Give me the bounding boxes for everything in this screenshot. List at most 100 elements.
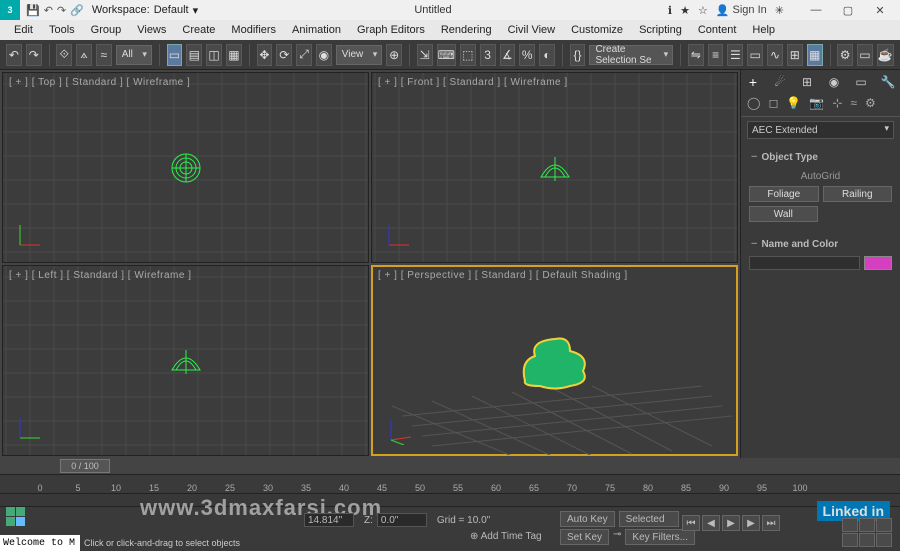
menu-create[interactable]: Create xyxy=(174,22,223,38)
fov-icon[interactable] xyxy=(876,518,892,532)
wall-button[interactable]: Wall xyxy=(749,206,818,222)
color-swatch[interactable] xyxy=(864,256,892,270)
viewport-front[interactable]: [ + ] [ Front ] [ Standard ] [ Wireframe… xyxy=(371,72,738,263)
autokey-button[interactable]: Auto Key xyxy=(560,511,615,527)
redo-button[interactable]: ↷ xyxy=(26,44,42,66)
pivot-button[interactable]: ⊕ xyxy=(386,44,402,66)
menu-content[interactable]: Content xyxy=(690,22,745,38)
render-setup-button[interactable]: ⚙ xyxy=(837,44,853,66)
star-icon[interactable]: ★ xyxy=(680,4,690,17)
undo-icon[interactable]: ↶ xyxy=(44,4,53,17)
prev-frame-icon[interactable]: ◀ xyxy=(702,515,720,531)
goto-start-icon[interactable]: ⏮ xyxy=(682,515,700,531)
modify-tab-icon[interactable]: ☄ xyxy=(772,74,788,90)
undo-button[interactable]: ↶ xyxy=(6,44,22,66)
lights-icon[interactable]: 💡 xyxy=(786,96,801,110)
menu-scripting[interactable]: Scripting xyxy=(631,22,690,38)
close-button[interactable]: ✕ xyxy=(864,0,896,20)
viewport-top[interactable]: [ + ] [ Top ] [ Standard ] [ Wireframe ] xyxy=(2,72,369,263)
geometry-icon[interactable]: ◯ xyxy=(747,96,760,110)
spinner-snap-button[interactable]: ◐ xyxy=(539,44,555,66)
percent-snap-button[interactable]: % xyxy=(519,44,535,66)
maxscript-listener[interactable]: Welcome to M xyxy=(0,535,80,551)
object-name-input[interactable] xyxy=(749,256,860,270)
setkey-button[interactable]: Set Key xyxy=(560,529,609,545)
unlink-button[interactable]: ⟑ xyxy=(76,44,92,66)
save-icon[interactable]: 💾 xyxy=(26,4,40,17)
display-tab-icon[interactable]: ▭ xyxy=(853,74,869,90)
redo-icon[interactable]: ↷ xyxy=(57,4,66,17)
time-slider[interactable]: 0 / 100 xyxy=(0,458,900,474)
mirror-button[interactable]: ⇋ xyxy=(688,44,704,66)
create-categories[interactable]: ◯ ◻ 💡 📷 ⊹ ≈ ⚙ xyxy=(741,94,900,117)
command-panel-tabs[interactable]: + ☄ ⊞ ◉ ▭ 🔧 xyxy=(741,70,900,94)
select-manipulate-button[interactable]: ⇲ xyxy=(417,44,433,66)
link-icon[interactable]: 🔗 xyxy=(70,4,84,17)
window-crossing-button[interactable]: ▦ xyxy=(226,44,242,66)
mini-viewport-icon[interactable] xyxy=(4,505,28,529)
menu-group[interactable]: Group xyxy=(83,22,130,38)
railing-button[interactable]: Railing xyxy=(823,186,893,202)
rollout-name-color[interactable]: Name and Color xyxy=(745,236,896,252)
keyboard-shortcut-button[interactable]: ⌨ xyxy=(437,44,456,66)
shapes-icon[interactable]: ◻ xyxy=(768,96,778,110)
select-region-button[interactable]: ◫ xyxy=(206,44,222,66)
menu-help[interactable]: Help xyxy=(744,22,783,38)
systems-icon[interactable]: ⚙ xyxy=(865,96,876,110)
menu-rendering[interactable]: Rendering xyxy=(433,22,500,38)
time-ruler[interactable]: 0510152025303540455055606570758085909510… xyxy=(0,474,900,494)
maximize-viewport-icon[interactable] xyxy=(876,533,892,547)
motion-tab-icon[interactable]: ◉ xyxy=(826,74,842,90)
menu-edit[interactable]: Edit xyxy=(6,22,41,38)
move-button[interactable]: ✥ xyxy=(257,44,273,66)
create-tab-icon[interactable]: + xyxy=(745,74,761,90)
foliage-button[interactable]: Foliage xyxy=(749,186,819,202)
zoom-icon[interactable] xyxy=(859,518,875,532)
key-icon[interactable]: ⊸ xyxy=(613,529,621,545)
playback-controls[interactable]: ⏮ ◀ ▶ ▶ ⏭ xyxy=(682,515,780,531)
viewport-left[interactable]: [ + ] [ Left ] [ Standard ] [ Wireframe … xyxy=(2,265,369,456)
rollout-object-type[interactable]: Object Type xyxy=(745,149,896,165)
schematic-button[interactable]: ⊞ xyxy=(787,44,803,66)
utilities-tab-icon[interactable]: 🔧 xyxy=(880,74,896,90)
menubar[interactable]: Edit Tools Group Views Create Modifiers … xyxy=(0,20,900,40)
keymode-dropdown[interactable]: Selected xyxy=(619,511,679,527)
cameras-icon[interactable]: 📷 xyxy=(809,96,824,110)
workspace-selector[interactable]: Workspace: Default ▾ xyxy=(92,4,198,17)
keyfilters-button[interactable]: Key Filters... xyxy=(625,529,695,545)
viewport-perspective[interactable]: [ + ] [ Perspective ] [ Standard ] [ Def… xyxy=(371,265,738,456)
menu-modifiers[interactable]: Modifiers xyxy=(223,22,284,38)
info-icon[interactable]: ℹ xyxy=(668,4,672,17)
time-marker[interactable]: 0 / 100 xyxy=(60,459,110,473)
autogrid-checkbox[interactable]: AutoGrid xyxy=(749,169,892,186)
star-icon[interactable]: ☆ xyxy=(698,4,708,17)
menu-tools[interactable]: Tools xyxy=(41,22,83,38)
material-editor-button[interactable]: ▦ xyxy=(807,44,823,66)
play-icon[interactable]: ▶ xyxy=(722,515,740,531)
maximize-button[interactable]: ▢ xyxy=(832,0,864,20)
curve-editor-button[interactable]: ∿ xyxy=(767,44,783,66)
ribbon-button[interactable]: ▭ xyxy=(747,44,763,66)
angle-snap-button[interactable]: ∡ xyxy=(500,44,516,66)
rotate-button[interactable]: ⟳ xyxy=(276,44,292,66)
ref-coord-system[interactable]: View xyxy=(336,45,383,65)
spacewarps-icon[interactable]: ≈ xyxy=(850,96,857,110)
next-frame-icon[interactable]: ▶ xyxy=(742,515,760,531)
x-icon[interactable]: ✳ xyxy=(775,4,784,17)
bind-button[interactable]: ≈ xyxy=(96,44,112,66)
zoom-extents-icon[interactable] xyxy=(859,533,875,547)
pan-icon[interactable] xyxy=(842,518,858,532)
snap-3d-button[interactable]: 3 xyxy=(480,44,496,66)
subcategory-dropdown[interactable]: AEC Extended xyxy=(747,121,894,139)
menu-graph-editors[interactable]: Graph Editors xyxy=(349,22,433,38)
goto-end-icon[interactable]: ⏭ xyxy=(762,515,780,531)
add-time-tag[interactable]: ⊕ Add Time Tag xyxy=(470,531,542,542)
menu-civil-view[interactable]: Civil View xyxy=(500,22,563,38)
snap-2d-button[interactable]: ⬚ xyxy=(460,44,476,66)
render-button[interactable]: ☕ xyxy=(877,44,894,66)
viewport-nav-controls[interactable] xyxy=(842,518,892,547)
selection-filter[interactable]: All xyxy=(116,45,152,65)
named-sel-button[interactable]: {} xyxy=(570,44,586,66)
place-button[interactable]: ◉ xyxy=(316,44,332,66)
select-name-button[interactable]: ▤ xyxy=(186,44,202,66)
